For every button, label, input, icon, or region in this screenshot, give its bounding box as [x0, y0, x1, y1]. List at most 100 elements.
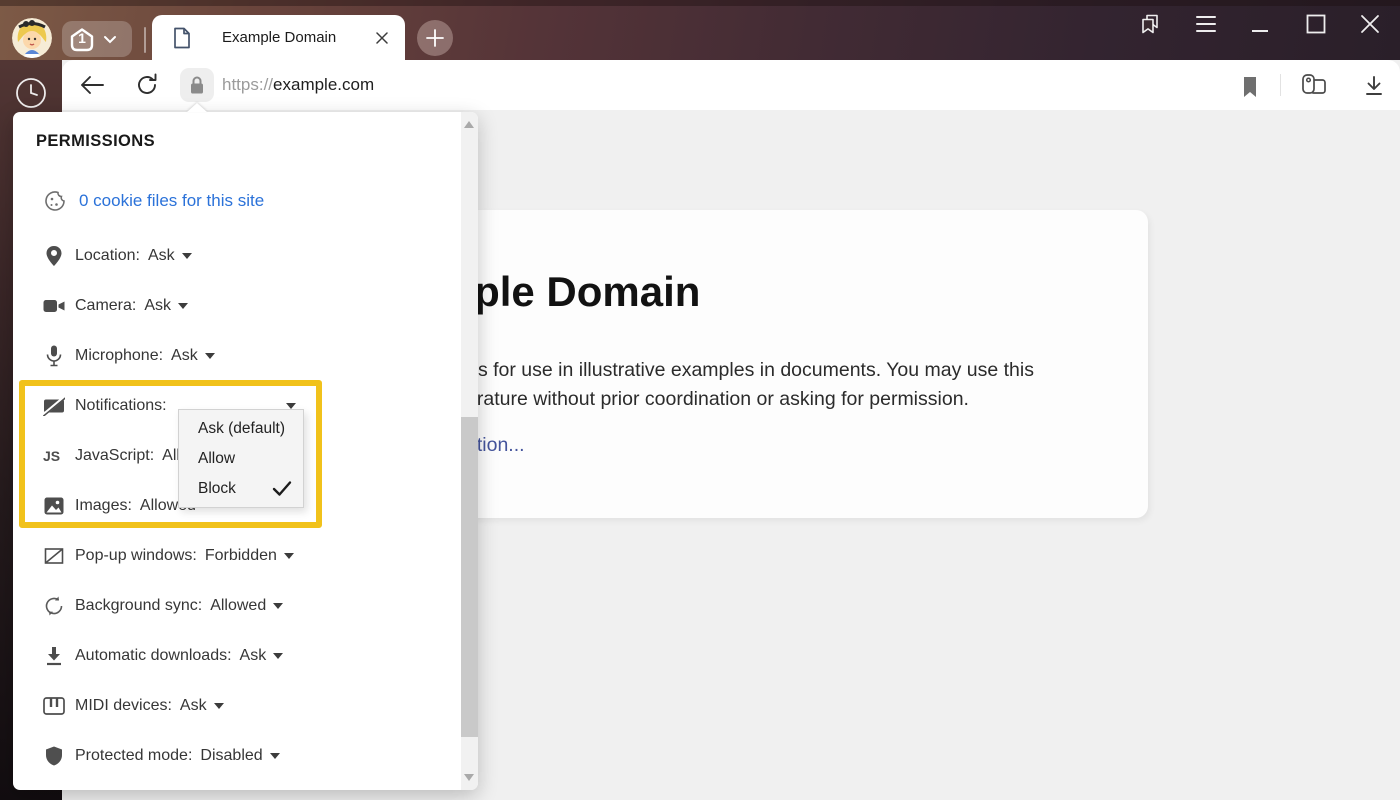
shield-icon — [43, 744, 65, 768]
download-icon — [1362, 74, 1386, 98]
permission-value: Allowed — [210, 597, 266, 615]
dropdown-arrow-icon — [182, 253, 192, 259]
protected-mode-value-dropdown[interactable]: Disabled — [192, 747, 279, 765]
permission-row-notifications: Notifications: — [43, 391, 175, 421]
permission-value: Ask — [148, 247, 175, 265]
cookie-icon — [43, 189, 67, 213]
page-document-icon — [172, 27, 192, 49]
reload-button[interactable] — [127, 65, 167, 105]
downloads-button[interactable] — [1354, 66, 1394, 106]
microphone-icon — [43, 344, 65, 368]
scrollbar-down-arrow[interactable] — [464, 774, 474, 781]
auto-download-icon — [43, 644, 65, 668]
svg-text:JS: JS — [43, 448, 60, 464]
back-button[interactable] — [72, 65, 112, 105]
site-security-button[interactable] — [180, 68, 214, 102]
panel-pointer — [187, 103, 207, 112]
scrollbar-thumb[interactable] — [461, 417, 478, 737]
url-host: example.com — [273, 75, 374, 94]
popup-blocked-icon — [43, 544, 65, 568]
permission-value: Ask — [144, 297, 171, 315]
permission-label: JavaScript: — [75, 447, 154, 465]
dropdown-arrow-icon — [273, 603, 283, 609]
dropdown-arrow-icon — [284, 553, 294, 559]
title-bar: 1 Example Domain — [0, 0, 1400, 60]
camera-value-dropdown[interactable]: Ask — [136, 297, 188, 315]
permission-label: Images: — [75, 497, 132, 515]
permission-value: Ask — [171, 347, 198, 365]
camera-icon — [43, 294, 65, 318]
background-sync-value-dropdown[interactable]: Allowed — [202, 597, 283, 615]
bookmark-button[interactable] — [1230, 67, 1270, 107]
lock-icon — [188, 75, 206, 95]
maximize-button[interactable] — [1304, 12, 1328, 36]
midi-piano-icon — [43, 694, 65, 718]
permission-label: Location: — [75, 247, 140, 265]
tab-close-icon[interactable] — [375, 31, 389, 45]
scrollbar-up-arrow[interactable] — [464, 121, 474, 128]
dropdown-item-label: Block — [198, 480, 236, 498]
permission-value: Disabled — [200, 747, 262, 765]
dropdown-arrow-icon — [178, 303, 188, 309]
tab-counter[interactable]: 1 — [62, 21, 132, 57]
tabbar-divider — [144, 27, 146, 53]
permission-value: Forbidden — [205, 547, 277, 565]
permission-row-protected-mode: Protected mode: Disabled — [43, 741, 280, 771]
permission-label: Microphone: — [75, 347, 163, 365]
permission-label: MIDI devices: — [75, 697, 172, 715]
permission-row-location: Location: Ask — [43, 241, 192, 271]
tab-counter-badge: 1 — [67, 24, 97, 54]
panel-title: PERMISSIONS — [36, 132, 155, 151]
location-icon — [43, 244, 65, 268]
permission-row-automatic-downloads: Automatic downloads: Ask — [43, 641, 283, 671]
dropdown-item-allow[interactable]: Allow — [179, 444, 303, 474]
collections-button[interactable] — [1294, 66, 1334, 106]
permissions-panel: PERMISSIONS 0 cookie files for this site… — [13, 112, 478, 790]
permission-label: Notifications: — [75, 397, 167, 415]
permission-label: Background sync: — [75, 597, 202, 615]
close-button[interactable] — [1358, 12, 1382, 36]
permission-row-microphone: Microphone: Ask — [43, 341, 215, 371]
notifications-muted-icon — [43, 394, 65, 418]
permission-row-midi: MIDI devices: Ask — [43, 691, 224, 721]
tab-count-label: 1 — [67, 30, 97, 46]
permission-row-camera: Camera: Ask — [43, 291, 188, 321]
dropdown-item-ask-default[interactable]: Ask (default) — [179, 414, 303, 444]
permission-value: Ask — [240, 647, 267, 665]
popups-value-dropdown[interactable]: Forbidden — [197, 547, 294, 565]
profile-avatar[interactable] — [12, 18, 52, 58]
permission-label: Protected mode: — [75, 747, 192, 765]
cookie-files-link[interactable]: 0 cookie files for this site — [43, 186, 264, 216]
permission-label: Automatic downloads: — [75, 647, 232, 665]
address-toolbar: https://example.com — [62, 60, 1400, 110]
dropdown-arrow-icon — [270, 753, 280, 759]
dropdown-arrow-icon — [273, 653, 283, 659]
chevron-down-icon[interactable] — [103, 35, 117, 44]
images-icon — [43, 494, 65, 518]
midi-value-dropdown[interactable]: Ask — [172, 697, 224, 715]
menu-icon[interactable] — [1194, 12, 1218, 36]
bookmarks-panel-icon[interactable] — [1138, 12, 1162, 36]
dropdown-arrow-icon — [205, 353, 215, 359]
permission-row-images: Images: Allowed — [43, 491, 196, 521]
dropdown-arrow-icon — [214, 703, 224, 709]
address-bar[interactable]: https://example.com — [222, 60, 374, 110]
bookmark-icon — [1241, 76, 1259, 98]
panel-scrollbar[interactable] — [461, 112, 478, 790]
tab-example-domain[interactable]: Example Domain — [152, 15, 405, 60]
notifications-dropdown-menu: Ask (default) Allow Block — [178, 409, 304, 508]
history-clock-icon[interactable] — [14, 76, 48, 110]
javascript-icon: JS — [43, 444, 65, 468]
new-tab-button[interactable] — [417, 20, 453, 56]
url-scheme: https:// — [222, 75, 273, 94]
permission-row-background-sync: Background sync: Allowed — [43, 591, 283, 621]
automatic-downloads-value-dropdown[interactable]: Ask — [232, 647, 284, 665]
minimize-button[interactable] — [1248, 12, 1272, 36]
microphone-value-dropdown[interactable]: Ask — [163, 347, 215, 365]
permission-value: Ask — [180, 697, 207, 715]
dropdown-item-block[interactable]: Block — [179, 474, 303, 504]
location-value-dropdown[interactable]: Ask — [140, 247, 192, 265]
avatar-illustration — [12, 18, 52, 58]
browser-window: 1 Example Domain — [0, 0, 1400, 800]
permission-label: Pop-up windows: — [75, 547, 197, 565]
